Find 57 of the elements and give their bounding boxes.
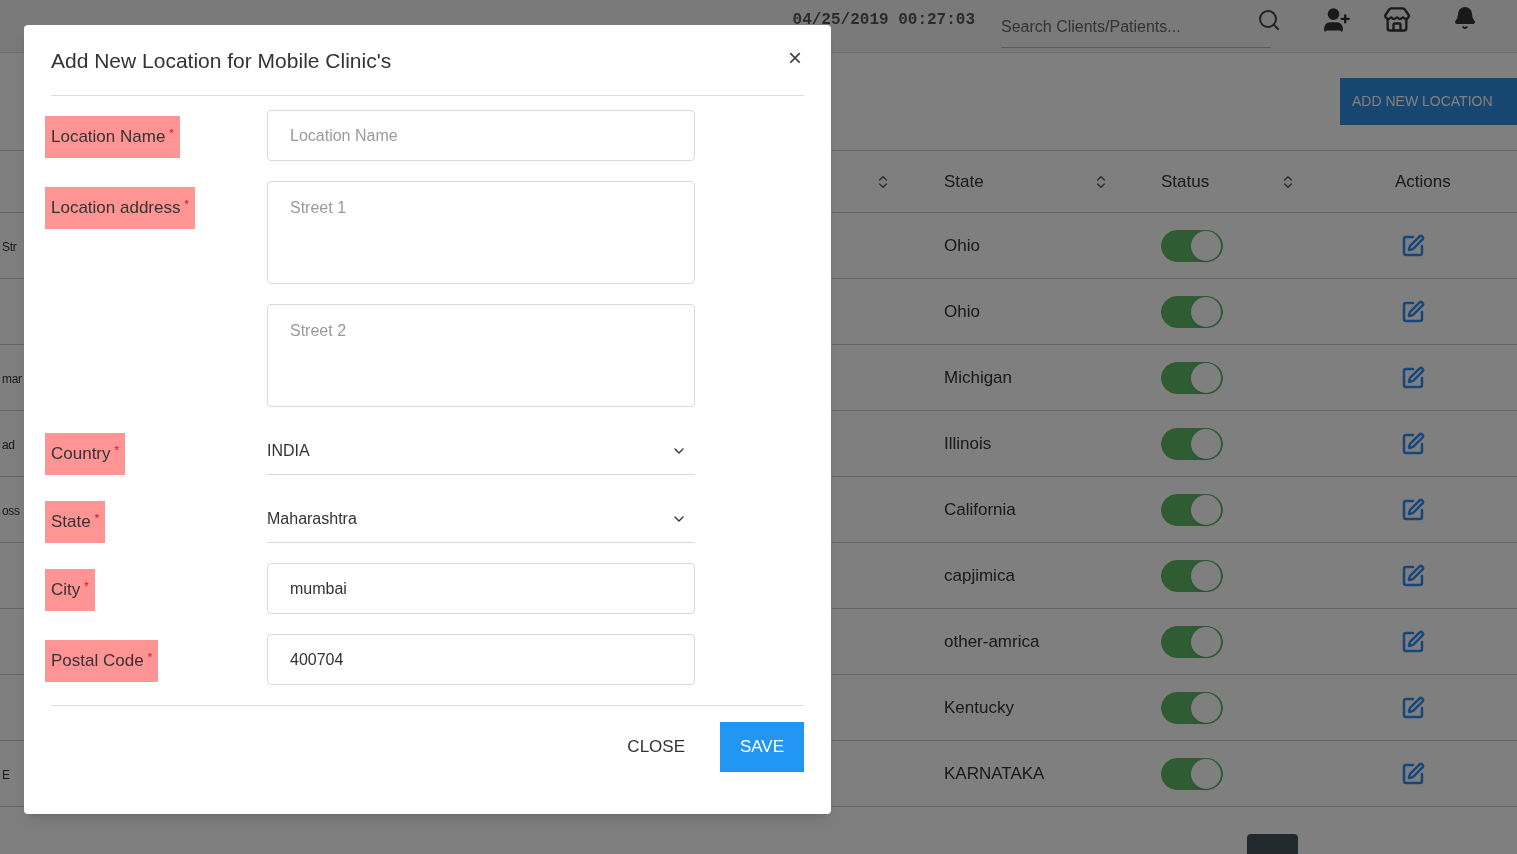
table-cell: ad [2,437,15,452]
field-label: State $^{*}$ [45,501,105,543]
field-label: City $^{*}$ [45,569,95,611]
table-cell: oss [2,503,20,518]
bell-icon[interactable] [1453,6,1477,30]
table-cell-text: KARNATAKA [944,762,1046,785]
select-field[interactable]: INDIA [267,427,695,475]
edit-icon[interactable] [1401,233,1425,258]
edit-icon[interactable] [1401,629,1425,654]
table-cell-text: Ohio [944,234,981,257]
status-toggle[interactable] [1161,427,1223,460]
status-toggle[interactable] [1161,361,1223,394]
select-field[interactable]: Maharashtra [267,495,695,543]
edit-icon[interactable] [1401,563,1425,588]
table-cell-text: Kentucky [944,696,1015,719]
table-cell-text: capjimica [944,564,1016,587]
table-cell: E [2,767,10,782]
date-time: 04/25/2019 00:27:03 [792,10,975,31]
user-plus-icon[interactable] [1323,6,1351,34]
store-icon[interactable] [1383,6,1411,34]
table-cell-text: Michigan [944,366,1014,389]
field-label: Location address $^{*}$ [45,187,195,229]
field-label: Country $^{*}$ [45,433,125,475]
status-toggle[interactable] [1161,757,1223,790]
edit-icon[interactable] [1401,695,1425,720]
table-cell-text: Illinois [944,432,993,455]
field-label: Postal Code $^{*}$ [45,640,158,682]
table-cell-text: other-amrica [944,630,1041,653]
text-area[interactable]: Street 1 [267,181,695,284]
table-cell: Str [2,239,17,254]
table-cell-text: Ohio [944,300,981,323]
table-cell: mar [2,371,22,386]
edit-icon[interactable] [1401,299,1425,324]
table-cell-text: California [944,498,1017,521]
close-button[interactable]: × [788,46,802,70]
text-area[interactable]: Street 2 [267,304,695,407]
status-toggle[interactable] [1161,229,1223,262]
search-field[interactable]: Search Clients/Patients... [1001,6,1271,48]
text-field[interactable]: 400704 [267,634,695,685]
search-icon[interactable] [1257,8,1281,32]
status-toggle[interactable] [1161,559,1223,592]
column-header: State [944,170,984,193]
edit-icon[interactable] [1401,431,1425,456]
status-toggle[interactable] [1161,493,1223,526]
edit-icon[interactable] [1401,365,1425,390]
edit-icon[interactable] [1401,497,1425,522]
column-header: Actions [1395,170,1451,193]
text-field[interactable]: mumbai [267,563,695,614]
status-toggle[interactable] [1161,295,1223,328]
modal-title: Add New Location for Mobile Clinic's [51,48,392,75]
column-header: Status [1161,170,1210,193]
edit-icon[interactable] [1401,761,1425,786]
status-toggle[interactable] [1161,625,1223,658]
text-field[interactable]: Location Name [267,110,695,161]
close-text-button[interactable]: CLOSE [612,722,700,772]
field-label: Location Name $^{*}$ [45,116,180,158]
status-toggle[interactable] [1161,691,1223,724]
